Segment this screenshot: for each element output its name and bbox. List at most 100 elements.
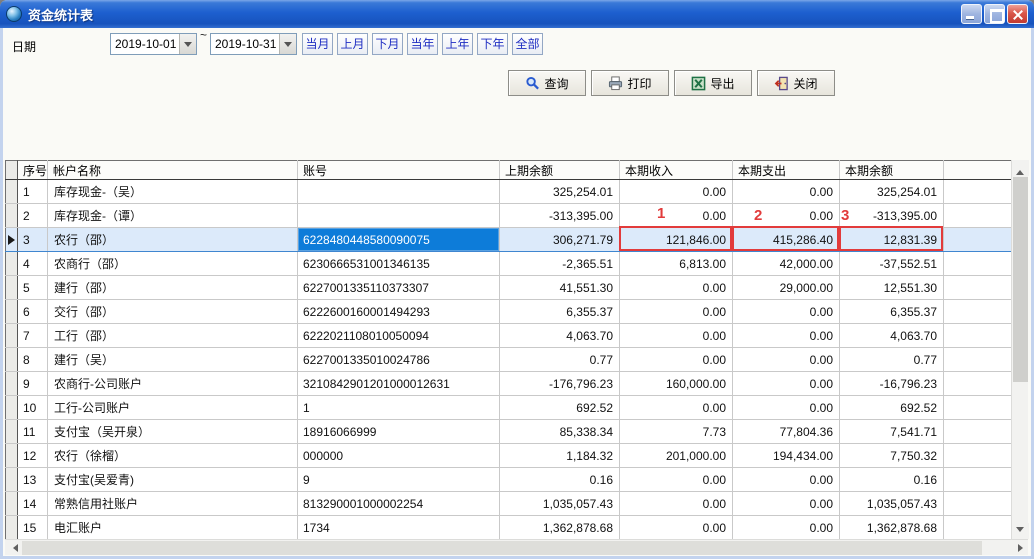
cell-account[interactable]: 3210842901201000012631: [298, 372, 500, 396]
cell-prev[interactable]: 692.52: [500, 396, 620, 420]
cell-account[interactable]: 6230666531001346135: [298, 252, 500, 276]
cell-prev[interactable]: 306,271.79: [500, 228, 620, 252]
cell-expense[interactable]: 77,804.36: [733, 420, 840, 444]
cell-seq[interactable]: 13: [18, 468, 48, 492]
cell-income[interactable]: 0.00: [620, 516, 733, 540]
export-button[interactable]: 导出: [674, 70, 752, 96]
row-indicator[interactable]: [6, 324, 18, 348]
cell-balance[interactable]: 692.52: [840, 396, 944, 420]
row-indicator[interactable]: [6, 492, 18, 516]
row-indicator[interactable]: [6, 348, 18, 372]
maximize-button[interactable]: [984, 4, 1005, 24]
cell-seq[interactable]: 2: [18, 204, 48, 228]
cell-account[interactable]: 000000: [298, 444, 500, 468]
cell-name[interactable]: 库存现金-（吴）: [48, 180, 298, 204]
cell-income[interactable]: 0.00: [620, 300, 733, 324]
horizontal-scrollbar[interactable]: [5, 539, 1028, 555]
cell-prev[interactable]: -2,365.51: [500, 252, 620, 276]
cell-expense[interactable]: 0.00: [733, 348, 840, 372]
cell-prev[interactable]: 41,551.30: [500, 276, 620, 300]
cell-expense[interactable]: 194,434.00: [733, 444, 840, 468]
cell-account[interactable]: 1: [298, 396, 500, 420]
table-row[interactable]: 6交行（邵）62226001600014942936,355.370.000.0…: [6, 300, 1012, 324]
all-button[interactable]: 全部: [512, 33, 543, 55]
cell-income[interactable]: 0.00: [620, 204, 733, 228]
cell-income[interactable]: 160,000.00: [620, 372, 733, 396]
table-row[interactable]: 7工行（邵）62220211080100500944,063.700.000.0…: [6, 324, 1012, 348]
scroll-left-icon[interactable]: [5, 540, 21, 556]
cell-seq[interactable]: 11: [18, 420, 48, 444]
print-button[interactable]: 打印: [591, 70, 669, 96]
row-indicator[interactable]: [6, 516, 18, 540]
cell-balance[interactable]: 325,254.01: [840, 180, 944, 204]
cell-name[interactable]: 农商行（邵）: [48, 252, 298, 276]
cell-account[interactable]: 813290001000002254: [298, 492, 500, 516]
cell-income[interactable]: 0.00: [620, 276, 733, 300]
cell-expense[interactable]: 0.00: [733, 516, 840, 540]
cell-name[interactable]: 建行（吴）: [48, 348, 298, 372]
cell-seq[interactable]: 14: [18, 492, 48, 516]
minimize-button[interactable]: [961, 4, 982, 24]
current-year-button[interactable]: 当年: [407, 33, 438, 55]
chevron-down-icon[interactable]: [179, 34, 196, 54]
cell-balance[interactable]: -37,552.51: [840, 252, 944, 276]
cell-seq[interactable]: 15: [18, 516, 48, 540]
cell-income[interactable]: 0.00: [620, 468, 733, 492]
cell-balance[interactable]: -16,796.23: [840, 372, 944, 396]
cell-prev[interactable]: 4,063.70: [500, 324, 620, 348]
cell-account[interactable]: [298, 204, 500, 228]
table-row[interactable]: 1库存现金-（吴）325,254.010.000.00325,254.01: [6, 180, 1012, 204]
cell-expense[interactable]: 415,286.40: [733, 228, 840, 252]
cell-income[interactable]: 0.00: [620, 396, 733, 420]
cell-balance[interactable]: 1,035,057.43: [840, 492, 944, 516]
cell-prev[interactable]: 325,254.01: [500, 180, 620, 204]
table-row[interactable]: 9农商行-公司账户3210842901201000012631-176,796.…: [6, 372, 1012, 396]
scroll-up-icon[interactable]: [1012, 160, 1029, 176]
table-row[interactable]: 13支付宝(吴爱青)90.160.000.000.16: [6, 468, 1012, 492]
vertical-scrollbar-thumb[interactable]: [1013, 177, 1028, 382]
cell-prev[interactable]: 85,338.34: [500, 420, 620, 444]
vertical-scrollbar[interactable]: [1011, 160, 1028, 539]
cell-balance[interactable]: 12,551.30: [840, 276, 944, 300]
cell-prev[interactable]: -313,395.00: [500, 204, 620, 228]
header-account-name[interactable]: 帐户名称: [48, 161, 298, 180]
header-period-expense[interactable]: 本期支出: [733, 161, 840, 180]
table-row[interactable]: 11支付宝（吴开泉）1891606699985,338.347.7377,804…: [6, 420, 1012, 444]
cell-account[interactable]: 6222600160001494293: [298, 300, 500, 324]
table-row[interactable]: 2库存现金-（谭）-313,395.000.000.00-313,395.00: [6, 204, 1012, 228]
cell-account[interactable]: 6228480448580090075: [298, 228, 500, 252]
cell-seq[interactable]: 8: [18, 348, 48, 372]
row-indicator[interactable]: [6, 180, 18, 204]
table-row[interactable]: 15电汇账户17341,362,878.680.000.001,362,878.…: [6, 516, 1012, 540]
cell-seq[interactable]: 5: [18, 276, 48, 300]
header-account-number[interactable]: 账号: [298, 161, 500, 180]
header-period-income[interactable]: 本期收入: [620, 161, 733, 180]
row-indicator[interactable]: [6, 228, 18, 252]
cell-name[interactable]: 建行（邵）: [48, 276, 298, 300]
cell-name[interactable]: 电汇账户: [48, 516, 298, 540]
cell-expense[interactable]: 0.00: [733, 300, 840, 324]
close-button[interactable]: [1007, 4, 1028, 24]
current-month-button[interactable]: 当月: [302, 33, 333, 55]
row-indicator[interactable]: [6, 204, 18, 228]
cell-name[interactable]: 农商行-公司账户: [48, 372, 298, 396]
cell-expense[interactable]: 0.00: [733, 180, 840, 204]
cell-expense[interactable]: 0.00: [733, 492, 840, 516]
cell-prev[interactable]: 1,362,878.68: [500, 516, 620, 540]
cell-account[interactable]: 6222021108010050094: [298, 324, 500, 348]
row-indicator[interactable]: [6, 372, 18, 396]
cell-expense[interactable]: 0.00: [733, 204, 840, 228]
row-indicator[interactable]: [6, 276, 18, 300]
cell-expense[interactable]: 29,000.00: [733, 276, 840, 300]
cell-account[interactable]: 6227001335110373307: [298, 276, 500, 300]
table-row[interactable]: 8建行（吴）62270013350100247860.770.000.000.7…: [6, 348, 1012, 372]
row-indicator[interactable]: [6, 396, 18, 420]
header-seq[interactable]: 序号: [18, 161, 48, 180]
scroll-right-icon[interactable]: [1012, 540, 1028, 556]
close-form-button[interactable]: 关闭: [757, 70, 835, 96]
table-row[interactable]: 12农行（徐榴）0000001,184.32201,000.00194,434.…: [6, 444, 1012, 468]
cell-name[interactable]: 常熟信用社账户: [48, 492, 298, 516]
cell-seq[interactable]: 1: [18, 180, 48, 204]
cell-expense[interactable]: 0.00: [733, 372, 840, 396]
table-row[interactable]: 5建行（邵）622700133511037330741,551.300.0029…: [6, 276, 1012, 300]
